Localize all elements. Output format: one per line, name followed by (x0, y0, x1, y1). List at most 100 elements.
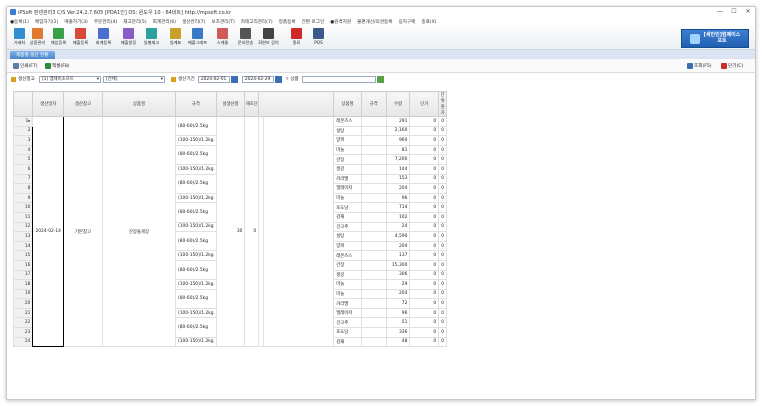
column-header[interactable]: 상품명 (101, 91, 177, 117)
material-name-cell[interactable]: 건고추 (333, 317, 362, 329)
menu-item[interactable]: 간편 로그인 (299, 19, 328, 25)
table-row[interactable]: 1▸ 2024-02-14 기본창고 간장돌게장 (80-60)/2.5kg 30 0 레몬즈… (12, 115, 447, 348)
price-cell[interactable]: 0 (409, 173, 440, 185)
toolbar-button[interactable]: 매출그래프 (187, 27, 208, 48)
unit-cost-cell[interactable]: 0 (438, 259, 447, 271)
material-name-cell[interactable]: 레몬즈스 (333, 116, 362, 127)
search-button[interactable]: 조회(F5) (685, 61, 714, 70)
quantity-cell[interactable]: 29 (385, 279, 411, 290)
material-spec-cell[interactable] (360, 317, 387, 329)
column-header[interactable]: 재조단 (244, 91, 260, 117)
unit-cost-cell[interactable]: 0 (438, 192, 447, 204)
material-name-cell[interactable]: 간장 (333, 259, 362, 271)
unit-cost-cell[interactable]: 0 (438, 125, 447, 137)
material-spec-cell[interactable] (360, 327, 387, 338)
excel-button[interactable]: 엑셀(F8) (43, 61, 72, 70)
unit-cost-cell[interactable]: 0 (438, 269, 447, 281)
unit-cost-cell[interactable]: 0 (438, 183, 447, 194)
material-name-cell[interactable]: 포도당 (333, 202, 362, 213)
spec-cell[interactable]: (80-60)/2.5kg (175, 115, 217, 137)
material-spec-cell[interactable] (360, 336, 387, 348)
column-header[interactable]: 수량 (385, 91, 411, 117)
menu-item[interactable]: 불편개선/의견등록 (354, 19, 395, 25)
price-cell[interactable]: 0 (409, 221, 440, 233)
unit-cost-cell[interactable]: 0 (438, 221, 447, 233)
material-name-cell[interactable]: 레몬즈스 (333, 250, 362, 261)
material-spec-cell[interactable] (360, 211, 387, 223)
price-cell[interactable]: 0 (409, 259, 440, 271)
toolbar-button[interactable]: 상품관리 (27, 27, 48, 48)
spec-cell[interactable]: (80-60)/2.5kg (175, 259, 217, 281)
price-cell[interactable]: 0 (409, 327, 440, 338)
column-header[interactable]: 단가 (409, 91, 440, 117)
material-name-cell[interactable]: 양파 (333, 240, 362, 252)
material-spec-cell[interactable] (360, 183, 387, 194)
production-date-cell[interactable]: 2024-02-14 (32, 115, 64, 348)
unit-cost-cell[interactable]: 0 (438, 307, 447, 319)
material-name-cell[interactable]: 설탕 (333, 125, 362, 137)
tab-production-status[interactable]: 제품별 생산 현황 (10, 51, 55, 59)
price-cell[interactable]: 0 (409, 240, 440, 252)
unit-cost-cell[interactable]: 0 (438, 250, 447, 261)
toolbar-button[interactable]: 스케줄 (212, 27, 233, 48)
price-cell[interactable]: 0 (409, 154, 440, 165)
calendar-icon[interactable] (274, 75, 282, 83)
unit-cost-cell[interactable]: 0 (438, 336, 447, 348)
quantity-cell[interactable]: 72 (385, 298, 411, 309)
quantity-cell[interactable]: 102 (385, 211, 411, 223)
toolbar-button[interactable]: POS (308, 27, 329, 48)
unit-cost-cell[interactable]: 0 (438, 279, 447, 290)
material-name-cell[interactable]: 엘레이저 (333, 307, 362, 319)
quantity-cell[interactable]: 336 (385, 327, 411, 338)
toolbar-button[interactable]: 일계표 (165, 27, 186, 48)
menu-item[interactable]: 카테고리관리(7) (238, 19, 276, 25)
toolbar-button[interactable]: 매입등록 (48, 27, 69, 48)
material-spec-cell[interactable] (360, 163, 387, 175)
material-spec-cell[interactable] (360, 240, 387, 252)
material-name-cell[interactable]: 미늘 (333, 192, 362, 204)
price-cell[interactable]: 0 (409, 135, 440, 146)
unit-cost-cell[interactable]: 0 (438, 116, 447, 127)
unit-cost-cell[interactable]: 0 (438, 202, 447, 213)
unit-cost-cell[interactable]: 0 (438, 154, 447, 165)
price-cell[interactable]: 0 (409, 211, 440, 223)
spec-cell[interactable]: (100-150)/1.2kg (175, 135, 217, 146)
price-cell[interactable]: 0 (409, 288, 440, 300)
material-spec-cell[interactable] (360, 125, 387, 137)
material-name-cell[interactable]: 카라멜 (333, 298, 362, 309)
price-cell[interactable]: 0 (409, 183, 440, 194)
quantity-cell[interactable]: 204 (385, 183, 411, 194)
material-name-cell[interactable]: 양파 (333, 135, 362, 146)
material-spec-cell[interactable] (360, 116, 387, 127)
unit-cost-cell[interactable]: 0 (438, 327, 447, 338)
material-name-cell[interactable]: 마늘 (333, 144, 362, 156)
spec-cell[interactable]: (80-60)/2.5kg (175, 231, 217, 252)
spec-cell[interactable]: (100-150)/1.2kg (175, 192, 217, 204)
spec-cell[interactable]: (100-150)/1.2kg (175, 336, 217, 348)
toolbar-button[interactable]: 화면보 강의 (258, 27, 279, 48)
column-header[interactable]: 실생산량 (215, 91, 246, 117)
menu-item[interactable]: 생산관리(7) (179, 19, 208, 25)
unit-cost-cell[interactable]: 0 (438, 231, 447, 242)
material-spec-cell[interactable] (360, 250, 387, 261)
quantity-cell[interactable]: 4,590 (385, 231, 411, 242)
spec-cell[interactable]: (80-60)/2.5kg (175, 317, 217, 338)
spec-cell[interactable]: (80-60)/2.5kg (175, 202, 217, 223)
toolbar-button[interactable]: 종료 (286, 27, 307, 48)
column-header[interactable] (258, 91, 335, 117)
toolbar-button[interactable]: 일별재고 (141, 27, 162, 48)
type-select[interactable]: [전체] ▾ (102, 75, 165, 83)
price-cell[interactable]: 0 (409, 317, 440, 329)
column-header[interactable]: 상품명 (333, 91, 362, 117)
quantity-cell[interactable]: 48 (385, 336, 411, 348)
menu-item[interactable]: 종료(X) (418, 19, 439, 25)
quantity-cell[interactable]: 51 (385, 317, 411, 329)
unit-cost-cell[interactable]: 0 (438, 173, 447, 185)
toolbar-button[interactable]: 회계등록 (93, 27, 114, 48)
price-cell[interactable]: 0 (409, 231, 440, 242)
calendar-icon[interactable] (230, 75, 238, 83)
price-cell[interactable]: 0 (409, 307, 440, 319)
material-name-cell[interactable]: 생강 (333, 269, 362, 281)
menu-item[interactable]: ●등록(1) (7, 19, 32, 25)
close-button[interactable]: ✕ (741, 7, 755, 16)
